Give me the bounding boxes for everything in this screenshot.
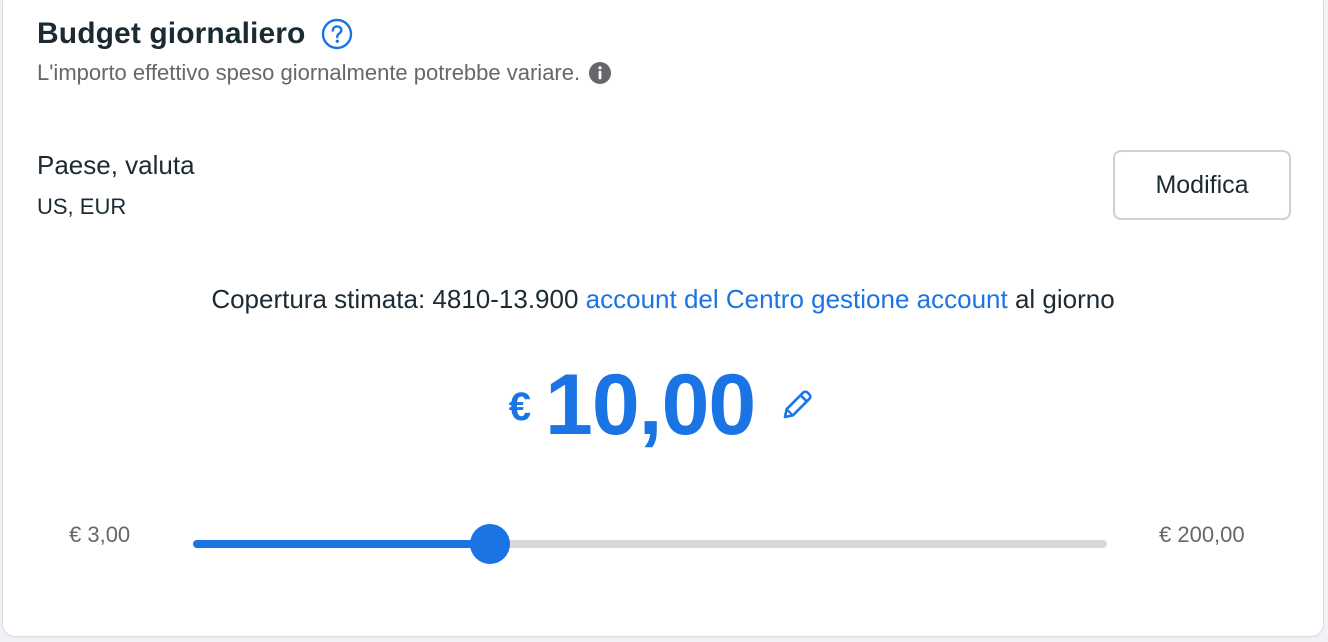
country-currency-label: Paese, valuta xyxy=(37,150,195,180)
budget-amount-row: € 10,00 xyxy=(3,357,1323,453)
budget-amount[interactable]: 10,00 xyxy=(545,356,756,455)
question-circle-icon[interactable] xyxy=(321,18,353,50)
reach-prefix: Copertura stimata: 4810-13.900 xyxy=(211,284,586,314)
slider-min-label: € 3,00 xyxy=(69,522,131,547)
accounts-center-link[interactable]: account del Centro gestione account xyxy=(586,284,1008,314)
reach-suffix: al giorno xyxy=(1007,284,1115,314)
budget-slider[interactable] xyxy=(193,524,1107,564)
slider-fill xyxy=(193,540,491,548)
slider-thumb[interactable] xyxy=(470,524,511,564)
edit-country-button[interactable]: Modifica xyxy=(1113,150,1291,220)
budget-subtitle: L'importo effettivo speso giornalmente p… xyxy=(37,60,581,85)
currency-symbol: € xyxy=(508,384,532,429)
country-currency-value: US, EUR xyxy=(37,194,127,219)
daily-budget-card: Budget giornaliero L'importo effettivo s… xyxy=(3,0,1323,636)
subtitle-row: L'importo effettivo speso giornalmente p… xyxy=(37,58,612,88)
estimated-reach: Copertura stimata: 4810-13.900 account d… xyxy=(3,284,1323,315)
pencil-icon[interactable] xyxy=(777,385,817,425)
slider-max-label: € 200,00 xyxy=(1159,522,1245,547)
title-row: Budget giornaliero xyxy=(37,14,353,54)
info-circle-icon[interactable] xyxy=(588,61,612,85)
page-title: Budget giornaliero xyxy=(37,17,306,50)
